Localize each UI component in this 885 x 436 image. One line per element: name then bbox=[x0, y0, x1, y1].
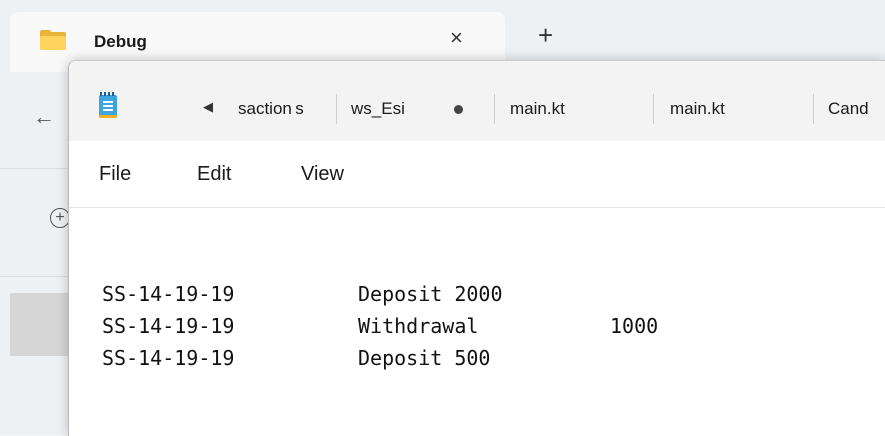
account-text: SS-14-19-19 bbox=[102, 346, 235, 370]
notepad-tab-bar: ◀ saction s ws_Esi main.kt main.kt Cand bbox=[69, 61, 885, 141]
divider bbox=[0, 168, 70, 169]
new-tab-button[interactable]: + bbox=[538, 22, 553, 48]
tab-separator bbox=[653, 94, 654, 124]
menu-bar: File Edit View bbox=[69, 141, 885, 208]
menu-edit[interactable]: Edit bbox=[197, 163, 231, 186]
text-line: SS-14-19-19 Withdrawal 1000 bbox=[102, 314, 658, 346]
tab-transactions[interactable]: saction s bbox=[238, 99, 304, 119]
action-text: Withdrawal bbox=[358, 314, 479, 338]
menu-view[interactable]: View bbox=[301, 163, 344, 186]
menu-file[interactable]: File bbox=[99, 163, 131, 186]
text-line: SS-14-19-19 Deposit 2000 bbox=[102, 282, 503, 314]
unsaved-dot-icon bbox=[454, 105, 463, 114]
tab-ws-esi[interactable]: ws_Esi bbox=[351, 99, 405, 119]
folder-icon bbox=[40, 30, 66, 50]
text-line: SS-14-19-19 Deposit 500 bbox=[102, 346, 490, 378]
tab-separator bbox=[336, 94, 337, 124]
tab-separator bbox=[813, 94, 814, 124]
tab-main-kt-2[interactable]: main.kt bbox=[670, 99, 725, 119]
amount-text: 1000 bbox=[610, 314, 659, 338]
scroll-tabs-left-icon[interactable]: ◀ bbox=[203, 99, 213, 115]
action-text: Deposit 500 bbox=[358, 346, 491, 370]
close-icon[interactable]: × bbox=[450, 26, 463, 50]
account-text: SS-14-19-19 bbox=[102, 314, 235, 338]
back-arrow-icon[interactable]: ← bbox=[33, 104, 55, 130]
tab-separator bbox=[494, 94, 495, 124]
text-editor[interactable]: SS-14-19-19 Deposit 2000 SS-14-19-19 Wit… bbox=[69, 208, 885, 436]
notepad-window: ◀ saction s ws_Esi main.kt main.kt Cand … bbox=[68, 60, 885, 436]
notepad-icon bbox=[99, 92, 117, 118]
sidebar-item-selected[interactable] bbox=[10, 293, 70, 356]
explorer-tab-title: Debug bbox=[94, 32, 147, 51]
tab-cand[interactable]: Cand bbox=[828, 99, 869, 119]
divider bbox=[0, 276, 70, 277]
tab-main-kt[interactable]: main.kt bbox=[510, 99, 565, 119]
new-item-button[interactable]: + bbox=[50, 208, 70, 228]
account-text: SS-14-19-19 bbox=[102, 282, 235, 306]
action-text: Deposit 2000 bbox=[358, 282, 503, 306]
